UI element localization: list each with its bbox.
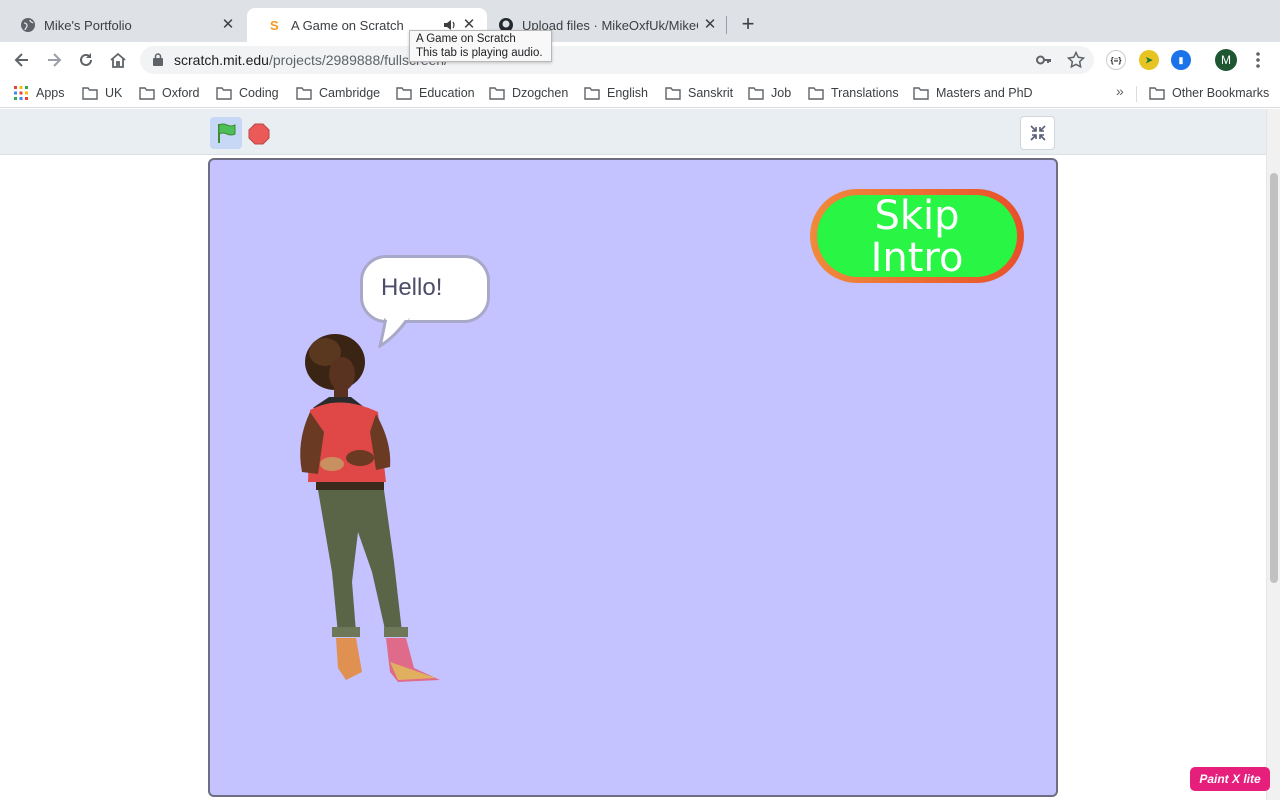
folder-icon	[1149, 86, 1165, 100]
page-content: Skip Intro Hello!	[0, 109, 1280, 800]
bookmark-label: Other Bookmarks	[1172, 86, 1270, 100]
tooltip-subtitle: This tab is playing audio.	[416, 47, 543, 59]
forward-button[interactable]	[43, 49, 65, 71]
bookmark-label: Masters and PhD	[936, 86, 1033, 100]
folder-icon	[748, 86, 764, 100]
key-icon[interactable]	[1036, 53, 1052, 72]
exit-fullscreen-button[interactable]	[1020, 116, 1055, 150]
folder-icon	[584, 86, 600, 100]
scratch-controls-bar	[0, 109, 1266, 155]
bookmark-folder-oxford[interactable]: Oxford	[139, 83, 200, 103]
bookmark-apps[interactable]: Apps	[13, 83, 65, 103]
home-icon	[110, 52, 126, 68]
folder-icon	[82, 86, 98, 100]
bookmark-label: UK	[105, 86, 123, 100]
page-scrollbar[interactable]	[1266, 109, 1280, 800]
bookmark-label: English	[607, 86, 648, 100]
bookmark-label: Sanskrit	[688, 86, 734, 100]
bookmark-folder-cambridge[interactable]: Cambridge	[296, 83, 380, 103]
bookmark-label: Translations	[831, 86, 899, 100]
close-icon[interactable]: ✕	[702, 17, 718, 33]
more-bookmarks-button[interactable]: »	[1116, 83, 1124, 99]
bookmark-folder-education[interactable]: Education	[396, 83, 475, 103]
bookmark-folder-uk[interactable]: UK	[82, 83, 122, 103]
folder-icon	[216, 86, 232, 100]
bookmark-label: Apps	[36, 86, 65, 100]
skip-label-line1: Skip	[874, 193, 960, 239]
extension-bookmark-icon[interactable]: ▮	[1171, 50, 1191, 70]
bookmark-folder-sanskrit[interactable]: Sanskrit	[665, 83, 733, 103]
speech-bubble-text: Hello!	[381, 274, 443, 301]
skip-intro-label: Skip Intro	[817, 193, 1017, 281]
tab-divider	[726, 16, 727, 34]
bookmark-label: Job	[771, 86, 792, 100]
bookmark-folder-masters[interactable]: Masters and PhD	[913, 83, 1033, 103]
speech-bubble: Hello!	[360, 255, 490, 323]
stop-button[interactable]	[248, 123, 270, 145]
apps-grid-icon	[14, 86, 28, 100]
new-tab-button[interactable]: +	[736, 13, 760, 37]
stop-sign-icon	[248, 123, 270, 145]
arrow-left-icon	[14, 53, 28, 67]
bookmark-folder-coding[interactable]: Coding	[216, 83, 279, 103]
bookmarks-bar: Apps UK Oxford Coding Cambridge Educatio…	[0, 78, 1280, 108]
close-icon[interactable]: ✕	[220, 17, 236, 33]
scratch-icon: S	[267, 17, 283, 33]
bookmark-label: Education	[419, 86, 475, 100]
skip-label-line2: Intro	[870, 235, 964, 281]
bookmark-label: Coding	[239, 86, 279, 100]
bookmark-label: Dzogchen	[512, 86, 569, 100]
bookmark-folder-job[interactable]: Job	[748, 83, 791, 103]
back-button[interactable]	[11, 49, 33, 71]
arrow-right-icon	[48, 53, 62, 67]
tab-mikes-portfolio[interactable]: Mike's Portfolio ✕	[0, 8, 246, 42]
tab-title: A Game on Scratch	[291, 17, 404, 33]
green-flag-button[interactable]	[210, 117, 242, 149]
tooltip-title: A Game on Scratch	[416, 33, 516, 45]
extension-json-icon[interactable]: {≡}	[1106, 50, 1126, 70]
globe-icon	[20, 17, 36, 33]
collapse-icon	[1029, 125, 1046, 141]
lock-icon[interactable]	[153, 53, 163, 71]
tab-title: Mike's Portfolio	[44, 17, 132, 33]
reload-button[interactable]	[75, 49, 97, 71]
folder-icon	[296, 86, 312, 100]
folder-icon	[665, 86, 681, 100]
tab-tooltip: A Game on Scratch This tab is playing au…	[409, 30, 552, 62]
url-host: scratch.mit.edu	[174, 52, 269, 68]
folder-icon	[396, 86, 412, 100]
bookmark-folder-dzogchen[interactable]: Dzogchen	[489, 83, 568, 103]
profile-avatar[interactable]: M	[1215, 49, 1237, 71]
folder-icon	[913, 86, 929, 100]
svg-text:S: S	[270, 18, 279, 33]
bookmark-folder-english[interactable]: English	[584, 83, 648, 103]
home-button[interactable]	[107, 49, 129, 71]
star-icon[interactable]	[1066, 50, 1086, 74]
address-bar[interactable]: scratch.mit.edu/projects/2989888/fullscr…	[140, 46, 1094, 74]
paint-x-lite-badge[interactable]: Paint X lite	[1190, 767, 1270, 791]
url-text: scratch.mit.edu/projects/2989888/fullscr…	[174, 52, 448, 68]
folder-icon	[489, 86, 505, 100]
bookmark-folder-other[interactable]: Other Bookmarks	[1149, 83, 1269, 103]
folder-icon	[139, 86, 155, 100]
bookmark-folder-translations[interactable]: Translations	[808, 83, 899, 103]
menu-icon[interactable]	[1252, 50, 1264, 70]
scratch-stage[interactable]: Skip Intro Hello!	[208, 158, 1058, 797]
bookmark-label: Cambridge	[319, 86, 381, 100]
skip-intro-button[interactable]: Skip Intro	[810, 189, 1024, 283]
tab-strip: Mike's Portfolio ✕ S A Game on Scratch ✕…	[0, 0, 1280, 42]
character-sprite[interactable]	[290, 332, 450, 692]
extension-compass-icon[interactable]: ➤	[1139, 50, 1159, 70]
green-flag-icon	[218, 123, 236, 143]
bookmarks-divider	[1136, 86, 1137, 102]
scrollbar-thumb[interactable]	[1270, 173, 1278, 583]
folder-icon	[808, 86, 824, 100]
reload-icon	[80, 53, 92, 66]
bookmark-label: Oxford	[162, 86, 200, 100]
